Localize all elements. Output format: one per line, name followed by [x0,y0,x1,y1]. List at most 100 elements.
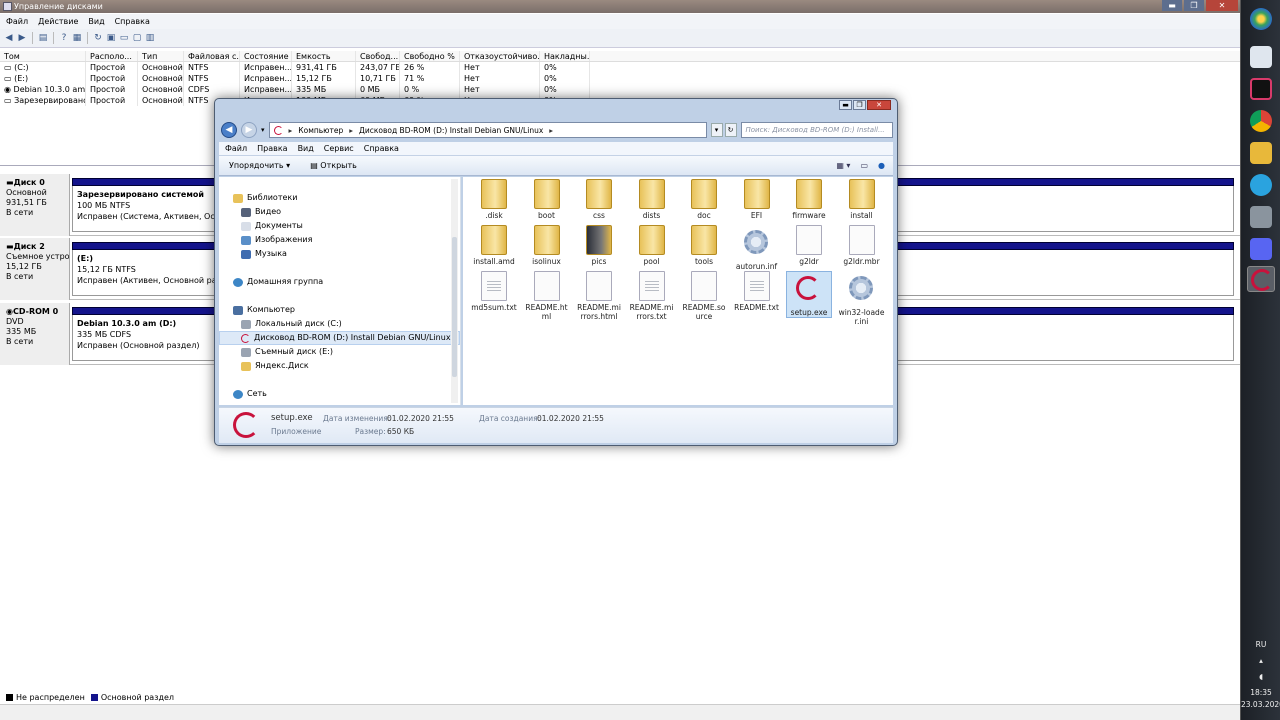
nav-item-video[interactable]: Видео [219,205,460,219]
file-item[interactable]: boot [524,179,570,220]
scrollbar-thumb[interactable] [452,237,457,377]
maximize-button[interactable]: ❐ [853,100,866,110]
taskbar-app-discord[interactable] [1247,236,1275,262]
breadcrumb-drive[interactable]: Дисковод BD-ROM (D:) Install Debian GNU/… [359,126,543,135]
refresh-icon[interactable]: ↻ [93,33,103,43]
maximize-button[interactable]: ❐ [1184,0,1204,11]
file-item[interactable]: install.amd [471,225,517,266]
file-item[interactable]: css [576,179,622,220]
nav-item-yandex-disk[interactable]: Яндекс.Диск [219,359,460,373]
col-volume[interactable]: Том [0,51,86,61]
file-item[interactable]: pics [576,225,622,266]
file-item[interactable]: win32-loader.ini [839,271,885,326]
refresh-icon[interactable]: ↻ [724,123,737,137]
chevron-right-icon[interactable]: ▸ [549,126,553,135]
close-button[interactable]: ✕ [1206,0,1238,11]
taskbar-app-setup[interactable] [1247,266,1275,292]
close-button[interactable]: ✕ [867,100,891,110]
col-layout[interactable]: Располо... [86,51,138,61]
menu-tools[interactable]: Сервис [324,142,354,155]
file-item[interactable]: setup.exe [786,271,832,318]
file-item[interactable]: doc [681,179,727,220]
start-button[interactable] [1247,6,1275,32]
open-button[interactable]: ▤ Открыть [310,161,357,170]
file-item[interactable]: pool [629,225,675,266]
taskbar-app-intellij[interactable] [1247,76,1275,102]
nav-item-pictures[interactable]: Изображения [219,233,460,247]
col-capacity[interactable]: Емкость [292,51,356,61]
col-free-pct[interactable]: Свободно % [400,51,460,61]
col-status[interactable]: Состояние [240,51,292,61]
clock-date[interactable]: 23.03.2020 [1241,700,1280,709]
col-fault-tolerance[interactable]: Отказоустойчиво... [460,51,540,61]
forward-arrow-icon[interactable]: ▶ [17,33,27,43]
file-item[interactable]: g2ldr [786,225,832,266]
menu-view[interactable]: Вид [298,142,314,155]
disk-label[interactable]: ◉CD-ROM 0 DVD 335 МБ В сети [0,303,70,365]
minimize-button[interactable]: ▬ [1162,0,1182,11]
file-item[interactable]: README.source [681,271,727,321]
file-item[interactable]: g2ldr.mbr [839,225,885,266]
address-dropdown-icon[interactable]: ▾ [710,123,723,137]
nav-item-music[interactable]: Музыка [219,247,460,261]
volume-icon[interactable]: ◖ [1241,672,1280,681]
menu-action[interactable]: Действие [38,14,78,29]
taskbar-app-notes[interactable] [1247,44,1275,70]
file-item[interactable]: tools [681,225,727,266]
menu-help[interactable]: Справка [364,142,399,155]
menu-file[interactable]: Файл [6,14,28,29]
menu-file[interactable]: Файл [225,142,247,155]
menu-help[interactable]: Справка [115,14,150,29]
file-item[interactable]: md5sum.txt [471,271,517,312]
forward-button[interactable]: ▶ [241,122,257,138]
organize-button[interactable]: Упорядочить ▾ [229,161,290,170]
disk-label[interactable]: ▬Диск 2 Съемное устройство 15,12 ГБ В се… [0,238,70,300]
nav-computer[interactable]: Компьютер [219,303,460,317]
console-tree-icon[interactable]: ▤ [38,33,48,43]
search-input[interactable]: Поиск: Дисковод BD-ROM (D:) Install... [740,122,893,138]
open-icon[interactable]: ▭ [119,33,129,43]
explore-icon[interactable]: ▢ [132,33,142,43]
file-item[interactable]: install [839,179,885,220]
col-free[interactable]: Свобод... [356,51,400,61]
settings-icon[interactable]: ▥ [145,33,155,43]
table-row[interactable]: ◉ Debian 10.3.0 am (... Простой Основной… [0,84,1240,95]
file-item[interactable]: .disk [471,179,517,220]
file-item[interactable]: README.html [524,271,570,321]
back-arrow-icon[interactable]: ◀ [4,33,14,43]
minimize-button[interactable]: ▬ [839,100,852,110]
clock-time[interactable]: 18:35 [1241,688,1280,697]
chevron-right-icon[interactable]: ▸ [349,126,353,135]
file-item[interactable]: README.mirrors.html [576,271,622,321]
help-icon[interactable]: ? [59,33,69,43]
nav-item-drive-d[interactable]: Дисковод BD-ROM (D:) Install Debian GNU/… [219,331,460,345]
file-item[interactable]: README.mirrors.txt [629,271,675,321]
disk-label[interactable]: ▬Диск 0 Основной 931,51 ГБ В сети [0,174,70,236]
menu-view[interactable]: Вид [88,14,104,29]
nav-homegroup[interactable]: Домашняя группа [219,275,460,289]
taskbar-app-media[interactable] [1247,140,1275,166]
taskbar-app-chrome[interactable] [1247,108,1275,134]
nav-network[interactable]: Сеть [219,387,460,401]
file-item[interactable]: autorun.inf [734,225,780,271]
file-item[interactable]: firmware [786,179,832,220]
col-type[interactable]: Тип [138,51,184,61]
taskbar-app-telegram[interactable] [1247,172,1275,198]
file-item[interactable]: isolinux [524,225,570,266]
nav-scrollbar[interactable] [451,179,458,403]
preview-pane-icon[interactable]: ▭ [860,161,868,170]
properties-icon[interactable]: ▦ [72,33,82,43]
chevron-right-icon[interactable]: ▸ [289,126,293,135]
nav-item-documents[interactable]: Документы [219,219,460,233]
col-overhead[interactable]: Накладны... [540,51,590,61]
table-row[interactable]: ▭ (C:) Простой Основной NTFS Исправен...… [0,62,1240,73]
language-indicator[interactable]: RU [1241,640,1280,649]
back-button[interactable]: ◀ [221,122,237,138]
table-row[interactable]: ▭ (E:) Простой Основной NTFS Исправен...… [0,73,1240,84]
col-fs[interactable]: Файловая с... [184,51,240,61]
taskbar-app-disk-management[interactable] [1247,204,1275,230]
address-bar[interactable]: ▸ Компьютер ▸ Дисковод BD-ROM (D:) Insta… [268,122,707,138]
nav-libraries[interactable]: Библиотеки [219,191,460,205]
file-item[interactable]: EFI [734,179,780,220]
file-item[interactable]: dists [629,179,675,220]
